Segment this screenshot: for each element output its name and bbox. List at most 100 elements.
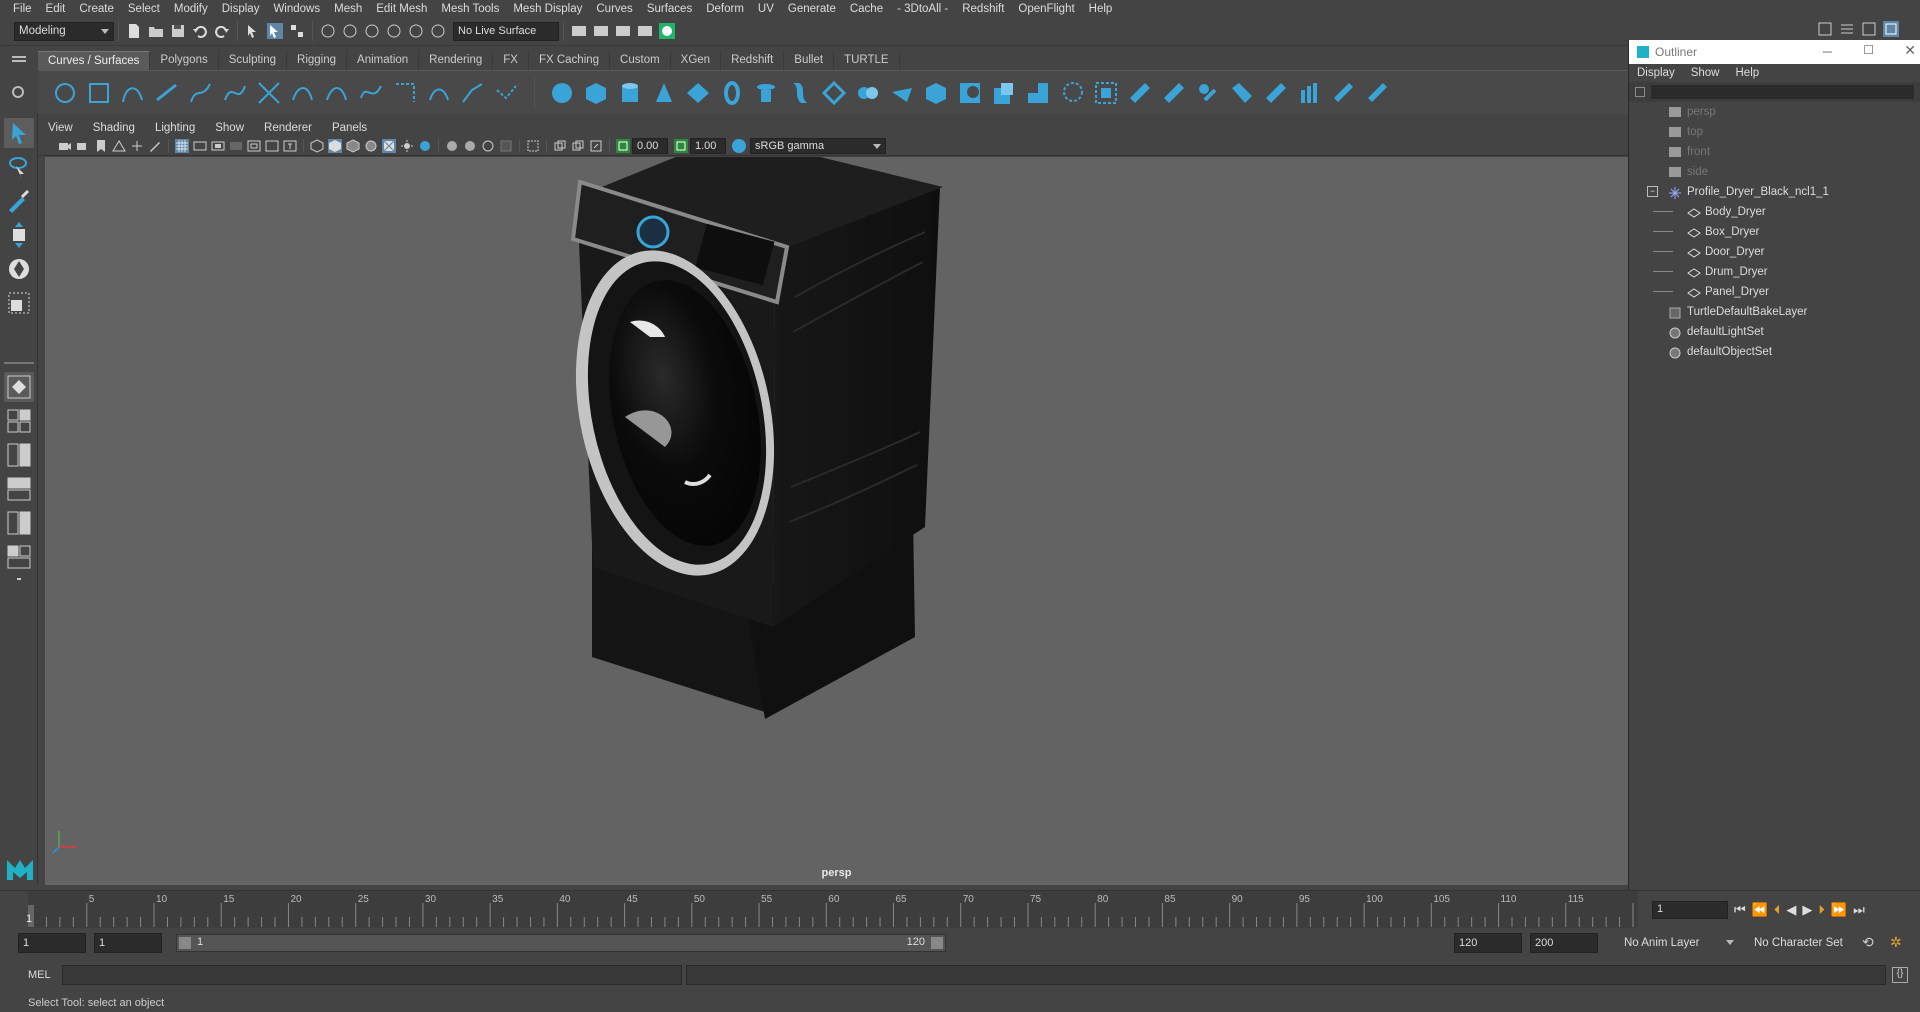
outliner-item[interactable]: defaultObjectSet	[1629, 342, 1920, 362]
frame-icon[interactable]	[589, 139, 603, 153]
grease-pencil-icon[interactable]	[148, 139, 162, 153]
step-back-key-icon[interactable]: ⏴	[1774, 902, 1781, 918]
ambient-occlusion-icon[interactable]	[418, 139, 432, 153]
outliner-item[interactable]: − Profile_Dryer_Black_ncl1_1	[1629, 182, 1920, 202]
shelf-tab-animation[interactable]: Animation	[347, 51, 420, 70]
layouts-menu-icon[interactable]	[4, 578, 34, 592]
outliner-menu-help[interactable]: Help	[1728, 67, 1768, 79]
align-surface-icon[interactable]	[1229, 80, 1255, 106]
sculpt-geometry-icon[interactable]	[1365, 80, 1391, 106]
menu-display[interactable]: Display	[215, 3, 267, 15]
nurbs-circle-icon[interactable]	[52, 80, 78, 106]
cv-curve-icon[interactable]	[120, 80, 146, 106]
snap-view-icon[interactable]	[386, 23, 402, 39]
menu-cache[interactable]: Cache	[843, 3, 890, 15]
close-icon[interactable]: ✕	[1904, 42, 1916, 59]
untrim-icon[interactable]	[1127, 80, 1153, 106]
minimize-icon[interactable]: ─	[1823, 44, 1832, 59]
image-plane-icon[interactable]	[112, 139, 126, 153]
start-time-field[interactable]: 1	[18, 933, 86, 953]
outliner-item[interactable]: TurtleDefaultBakeLayer	[1629, 302, 1920, 322]
rebuild-curve-icon[interactable]	[460, 80, 486, 106]
attach-curves-icon[interactable]	[290, 80, 316, 106]
maximize-icon[interactable]: ☐	[1863, 43, 1874, 57]
outliner-item[interactable]: front	[1629, 142, 1920, 162]
viewport-persp[interactable]: persp	[45, 157, 1628, 885]
birail-icon[interactable]	[889, 80, 915, 106]
play-backwards-icon[interactable]: ◀	[1786, 902, 1796, 918]
time-slider[interactable]: 5 10 15 20 25 30 35 40 45 50 55 60 65 70 75 80 85 90 95 100…	[0, 890, 1920, 929]
shelf-tab-turtle[interactable]: TURTLE	[834, 51, 900, 70]
menu-modify[interactable]: Modify	[167, 3, 215, 15]
square-surface-icon[interactable]	[957, 80, 983, 106]
outliner-item[interactable]: persp	[1629, 102, 1920, 122]
wireframe-icon[interactable]	[310, 138, 324, 153]
nurbs-cone-icon[interactable]	[651, 80, 677, 106]
isolate-select-icon[interactable]	[499, 139, 513, 153]
smooth-shade-icon[interactable]	[328, 138, 342, 153]
shelf-tab-polygons[interactable]: Polygons	[150, 51, 219, 70]
use-all-lights-icon[interactable]	[382, 138, 396, 153]
exposure-toggle-icon[interactable]	[616, 138, 630, 153]
trim-tool-icon[interactable]	[1093, 80, 1119, 106]
channel-box-icon[interactable]	[1883, 21, 1899, 37]
persp-graph-layout-icon[interactable]	[4, 474, 34, 504]
live-surface-field[interactable]: No Live Surface	[453, 21, 559, 41]
menu-windows[interactable]: Windows	[266, 3, 327, 15]
menu-file[interactable]: File	[6, 3, 39, 15]
insert-knot-icon[interactable]	[358, 80, 384, 106]
nurbs-cube-icon[interactable]	[583, 80, 609, 106]
range-start-handle[interactable]	[179, 937, 191, 949]
single-pane-layout-icon[interactable]	[3, 372, 34, 402]
detach-curves-icon[interactable]	[324, 80, 350, 106]
loft-icon[interactable]	[787, 80, 813, 106]
grid-icon[interactable]	[175, 138, 189, 153]
outliner-item[interactable]: Panel_Dryer	[1629, 282, 1920, 302]
camera-attributes-icon[interactable]	[76, 139, 90, 153]
shelf-tab-fx-caching[interactable]: FX Caching	[529, 51, 611, 70]
time-ruler[interactable]: 5 10 15 20 25 30 35 40 45 50 55 60 65 70 75 80 85 90 95 100…	[26, 891, 1638, 929]
outliner-item[interactable]: defaultLightSet	[1629, 322, 1920, 342]
render-region-icon[interactable]	[571, 23, 587, 39]
detach-surface-icon[interactable]	[1195, 80, 1221, 106]
color-management-icon[interactable]	[732, 138, 746, 153]
multisample-aa-icon[interactable]	[463, 139, 477, 153]
lasso-tool-icon[interactable]	[4, 152, 34, 182]
nurbs-sphere-icon[interactable]	[549, 80, 575, 106]
workspace-icon[interactable]	[1817, 21, 1833, 37]
outliner-item[interactable]: Box_Dryer	[1629, 222, 1920, 242]
menu-edit[interactable]: Edit	[39, 3, 73, 15]
select-component-icon[interactable]	[289, 23, 305, 39]
save-scene-icon[interactable]	[170, 23, 186, 39]
snap-point-icon[interactable]	[364, 23, 380, 39]
nurbs-torus-icon[interactable]	[719, 80, 745, 106]
menu-help[interactable]: Help	[1082, 3, 1120, 15]
outliner-menu-show[interactable]: Show	[1683, 67, 1728, 79]
range-slider[interactable]: 1 120	[176, 934, 946, 952]
intersect-surface-icon[interactable]	[1059, 80, 1085, 106]
step-back-icon[interactable]: ⏪	[1752, 902, 1768, 918]
end-time-field[interactable]: 120	[1454, 933, 1522, 953]
2d-pan-zoom-icon[interactable]	[130, 139, 144, 153]
open-scene-icon[interactable]	[148, 23, 164, 39]
boundary-icon[interactable]	[923, 80, 949, 106]
outliner-item[interactable]: Door_Dryer	[1629, 242, 1920, 262]
wireframe-on-shaded-icon[interactable]	[346, 138, 360, 153]
mel-label[interactable]: MEL	[28, 969, 51, 981]
shelf-tab-rigging[interactable]: Rigging	[287, 51, 348, 70]
nurbs-plane-icon[interactable]	[685, 80, 711, 106]
menu-select[interactable]: Select	[121, 3, 167, 15]
bookmark-icon[interactable]	[94, 139, 108, 153]
colorspace-dropdown[interactable]: sRGB gamma	[750, 137, 886, 154]
outliner-item[interactable]: top	[1629, 122, 1920, 142]
anim-layer-dropdown[interactable]: No Anim Layer	[1620, 933, 1738, 953]
mel-input[interactable]	[62, 965, 682, 985]
textured-icon[interactable]	[364, 139, 378, 153]
snap-live-icon[interactable]	[430, 23, 446, 39]
render-settings-icon[interactable]	[637, 23, 653, 39]
outliner-layout-icon[interactable]	[4, 542, 34, 572]
outliner-menu-display[interactable]: Display	[1629, 67, 1683, 79]
resolution-gate-icon[interactable]	[211, 139, 225, 153]
panel-menu-view[interactable]: View	[38, 122, 83, 134]
menu-mesh-tools[interactable]: Mesh Tools	[434, 3, 506, 15]
